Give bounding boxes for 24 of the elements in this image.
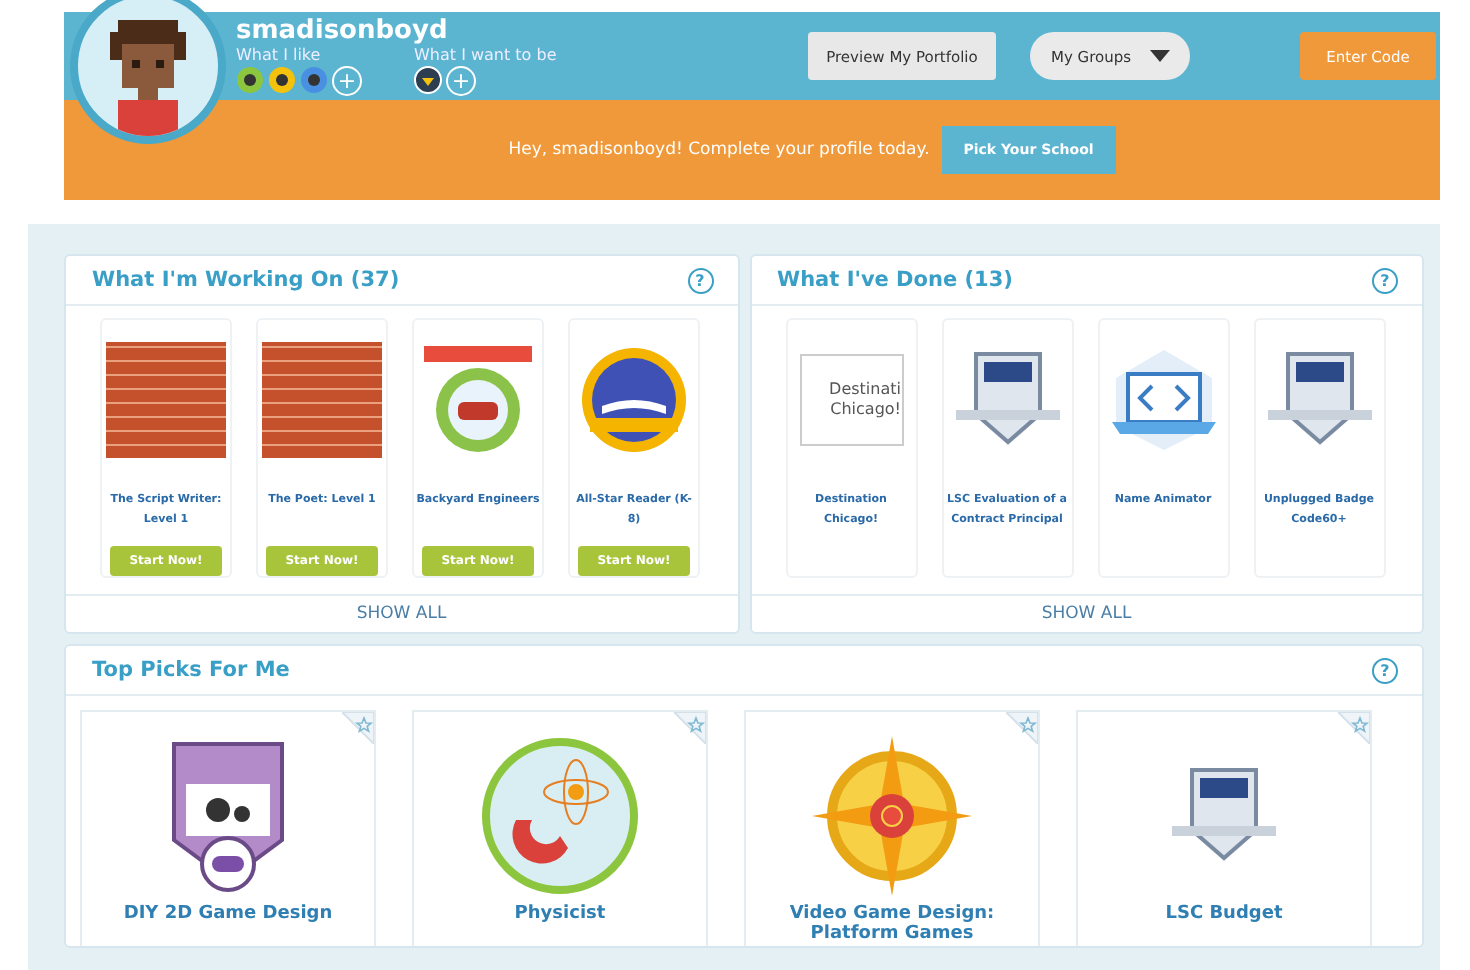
add-career-button[interactable]: + bbox=[446, 65, 476, 95]
brick-wall-image bbox=[106, 342, 226, 458]
section-title: Top Picks For Me bbox=[92, 658, 290, 682]
badge-title[interactable]: Video Game Design: Platform Games bbox=[772, 904, 1012, 944]
section-title: What I'm Working On (37) bbox=[92, 268, 400, 292]
badge-title[interactable]: DIY 2D Game Design bbox=[108, 904, 348, 924]
seal-badge-image bbox=[418, 342, 538, 458]
help-icon[interactable]: ? bbox=[1372, 657, 1398, 683]
image-alt-text: Destinati Chicago! bbox=[827, 380, 901, 420]
likes-label: What I like bbox=[236, 45, 323, 63]
add-interest-button[interactable]: + bbox=[332, 65, 362, 95]
badge-title[interactable]: LSC Budget bbox=[1104, 904, 1344, 924]
username: smadisonboyd bbox=[236, 17, 450, 45]
show-all-link[interactable]: SHOW ALL bbox=[66, 594, 737, 632]
help-icon[interactable]: ? bbox=[687, 267, 713, 293]
brick-wall-image bbox=[262, 342, 382, 458]
help-icon[interactable]: ? bbox=[1372, 267, 1398, 293]
show-all-link[interactable]: SHOW ALL bbox=[751, 594, 1422, 632]
caret-icon bbox=[1149, 50, 1170, 62]
section-title: What I've Done (13) bbox=[777, 268, 1013, 292]
career-icon bbox=[414, 66, 442, 94]
career-label: What I want to be bbox=[414, 45, 557, 63]
badge-title[interactable]: Physicist bbox=[440, 904, 680, 924]
banner-message: Hey, smadisonboyd! Complete your profile today. bbox=[508, 140, 930, 160]
